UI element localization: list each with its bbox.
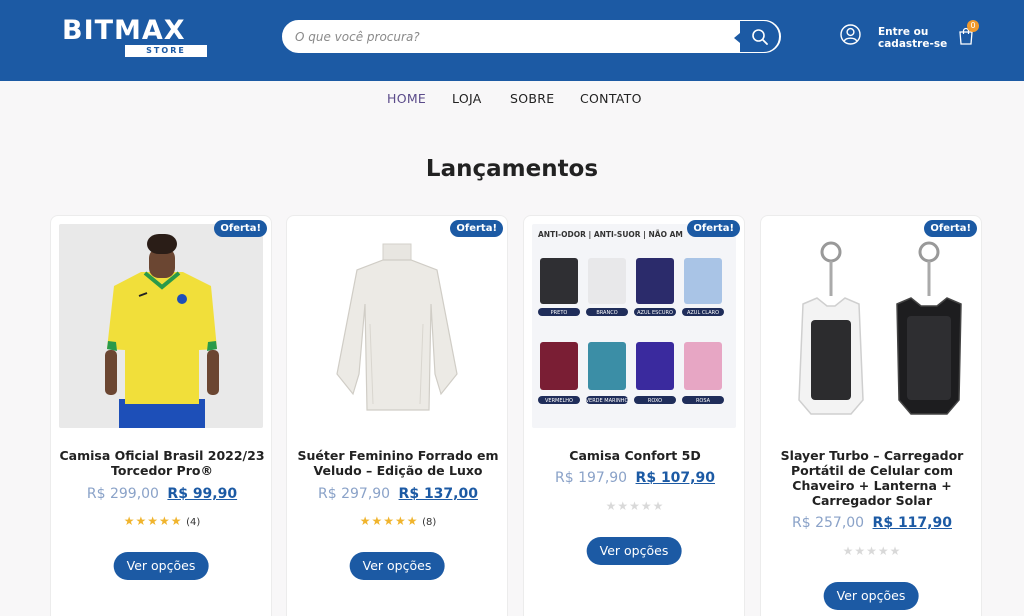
svg-text:BRANCO: BRANCO (596, 310, 617, 316)
svg-text:ROXO: ROXO (648, 398, 662, 404)
old-price: R$ 299,00 (86, 486, 159, 502)
sale-badge: Oferta! (450, 220, 503, 237)
view-options-button[interactable]: Ver opções (586, 537, 682, 565)
product-card[interactable]: Oferta! ANTI-ODOR | ANTI-SUOR | NÃO AM P… (523, 215, 745, 616)
search-bar (282, 20, 781, 53)
logo[interactable]: BITMAX STORE (62, 15, 208, 57)
product-card[interactable]: Oferta! Suéter Feminino Forrado em Velud… (286, 215, 508, 616)
sale-price: R$ 117,90 (872, 515, 952, 531)
image-banner-text: ANTI-ODOR | ANTI-SUOR | NÃO AM (538, 230, 683, 240)
view-options-button[interactable]: Ver opções (823, 582, 919, 610)
product-image[interactable]: ANTI-ODOR | ANTI-SUOR | NÃO AM PRETO BRA… (532, 224, 736, 428)
product-price: R$ 299,00 R$ 99,90 (51, 486, 273, 502)
nav-contato[interactable]: CONTATO (580, 91, 642, 106)
old-price: R$ 197,90 (555, 470, 628, 486)
login-link[interactable]: Entre ou cadastre-se (878, 26, 958, 50)
login-line-1: Entre ou (878, 26, 929, 38)
product-card[interactable]: Oferta! Camisa Oficial Brasil 2022/23 To… (50, 215, 272, 616)
product-rating: ★★★★★ (8) (287, 514, 509, 528)
logo-text: BITMAX (62, 15, 186, 46)
nav-loja[interactable]: LOJA (452, 91, 482, 106)
sale-badge: Oferta! (687, 220, 740, 237)
old-price: R$ 297,90 (318, 486, 391, 502)
search-input[interactable] (295, 21, 735, 52)
svg-text:ROSA: ROSA (696, 398, 711, 404)
product-price: R$ 297,90 R$ 137,00 (287, 486, 509, 502)
product-card[interactable]: Oferta! Slayer Turbo – Carregador Portát… (760, 215, 982, 616)
product-price: R$ 257,00 R$ 117,90 (761, 515, 983, 531)
review-count: (4) (186, 517, 201, 528)
search-button[interactable] (734, 20, 780, 53)
svg-text:AZUL CLARO: AZUL CLARO (687, 310, 719, 316)
star-rating-icons: ★★★★★ (842, 544, 902, 558)
product-price: R$ 197,90 R$ 107,90 (524, 470, 746, 486)
svg-text:VERDE MARINHO: VERDE MARINHO (586, 398, 629, 404)
product-rating: ★★★★★ (524, 499, 746, 513)
old-price: R$ 257,00 (792, 515, 865, 531)
star-rating-icons: ★★★★★ (359, 514, 419, 528)
product-image[interactable] (59, 224, 263, 428)
main-nav: HOME LOJA SOBRE CONTATO (0, 91, 1024, 109)
product-name[interactable]: Slayer Turbo – Carregador Portátil de Ce… (769, 448, 975, 508)
site-header: BITMAX STORE Entre ou cadastre-se 0 (0, 0, 1024, 81)
nav-home[interactable]: HOME (387, 91, 426, 106)
product-name[interactable]: Suéter Feminino Forrado em Veludo – Ediç… (295, 448, 501, 478)
cart-count-badge: 0 (967, 20, 979, 32)
product-image[interactable] (769, 224, 973, 428)
sale-badge: Oferta! (924, 220, 977, 237)
product-rating: ★★★★★ (761, 544, 983, 558)
section-title: Lançamentos (425, 156, 599, 182)
product-rating: ★★★★★ (4) (51, 514, 273, 528)
product-name[interactable]: Camisa Confort 5D (532, 448, 738, 463)
review-count: (8) (422, 517, 437, 528)
star-rating-icons: ★★★★★ (605, 499, 665, 513)
login-line-2: cadastre-se (878, 38, 948, 50)
view-options-button[interactable]: Ver opções (349, 552, 445, 580)
svg-text:VERMELHO: VERMELHO (545, 398, 573, 404)
sale-price: R$ 107,90 (635, 470, 715, 486)
sale-price: R$ 99,90 (167, 486, 238, 502)
sale-price: R$ 137,00 (398, 486, 478, 502)
view-options-button[interactable]: Ver opções (113, 552, 209, 580)
user-icon[interactable] (840, 24, 861, 45)
svg-text:AZUL ESCURO: AZUL ESCURO (637, 310, 673, 316)
product-name[interactable]: Camisa Oficial Brasil 2022/23 Torcedor P… (59, 448, 265, 478)
logo-subtext: STORE (125, 45, 207, 57)
product-image[interactable] (295, 224, 499, 428)
star-rating-icons: ★★★★★ (123, 514, 183, 528)
sale-badge: Oferta! (214, 220, 267, 237)
search-icon (751, 28, 768, 45)
nav-sobre[interactable]: SOBRE (510, 91, 554, 106)
svg-text:PRETO: PRETO (551, 310, 568, 316)
